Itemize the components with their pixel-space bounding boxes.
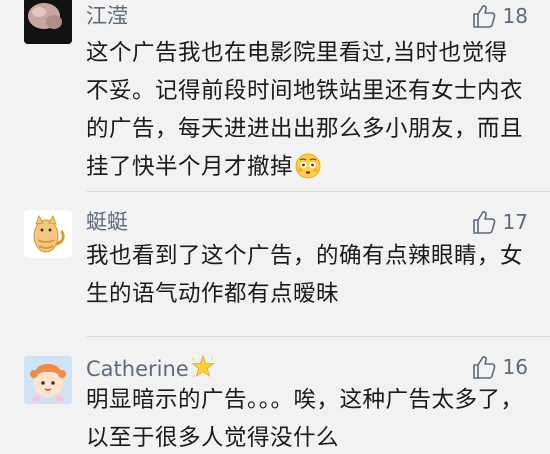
comment-username[interactable]: 江滢 bbox=[86, 3, 128, 29]
like-button[interactable]: 16 bbox=[471, 354, 528, 380]
avatar[interactable] bbox=[24, 356, 72, 404]
cartoon-girl-avatar-icon bbox=[24, 356, 72, 404]
comment-list: 江滢 18 这个广告我也在电影院里看过,当时也觉得不妥。记得前段时间地铁站里还有… bbox=[0, 0, 550, 454]
comment-text: 这个广告我也在电影院里看过,当时也觉得不妥。记得前段时间地铁站里还有女士内衣的广… bbox=[86, 34, 530, 191]
comment-text: 我也看到了这个广告，的确有点辣眼睛，女生的语气动作都有点暧昧 bbox=[86, 243, 524, 307]
comment-text: 明显暗示的广告。。。唉，这种广告太多了，以至于很多人觉得没什么 bbox=[86, 387, 524, 451]
comment-item: Catherine 16 明显暗示的广告。。。唉，这种广告太多了，以至于很多人觉… bbox=[0, 340, 550, 454]
divider bbox=[86, 336, 550, 337]
comment-username[interactable]: 蜓蜓 bbox=[86, 209, 128, 235]
thumbs-up-icon bbox=[472, 211, 495, 234]
avatar[interactable] bbox=[24, 210, 72, 258]
comment-item: 蜓蜓 17 我也看到了这个广告，的确有点辣眼睛，女生的语气动作都有点暧昧 bbox=[0, 192, 550, 332]
avatar-image-icon bbox=[24, 0, 72, 44]
thumbs-up-icon bbox=[472, 5, 495, 28]
avatar[interactable] bbox=[24, 0, 72, 44]
comment-item: 江滢 18 这个广告我也在电影院里看过,当时也觉得不妥。记得前段时间地铁站里还有… bbox=[0, 0, 550, 190]
like-count: 17 bbox=[502, 210, 528, 234]
cat-avatar-icon bbox=[24, 210, 72, 258]
flushed-face-emoji-icon bbox=[295, 153, 321, 191]
like-count: 18 bbox=[502, 4, 528, 28]
like-count: 16 bbox=[502, 355, 528, 379]
thumbs-up-icon bbox=[472, 356, 495, 379]
like-button[interactable]: 18 bbox=[471, 3, 528, 29]
like-button[interactable]: 17 bbox=[471, 209, 528, 235]
username-text: Catherine bbox=[86, 357, 189, 381]
